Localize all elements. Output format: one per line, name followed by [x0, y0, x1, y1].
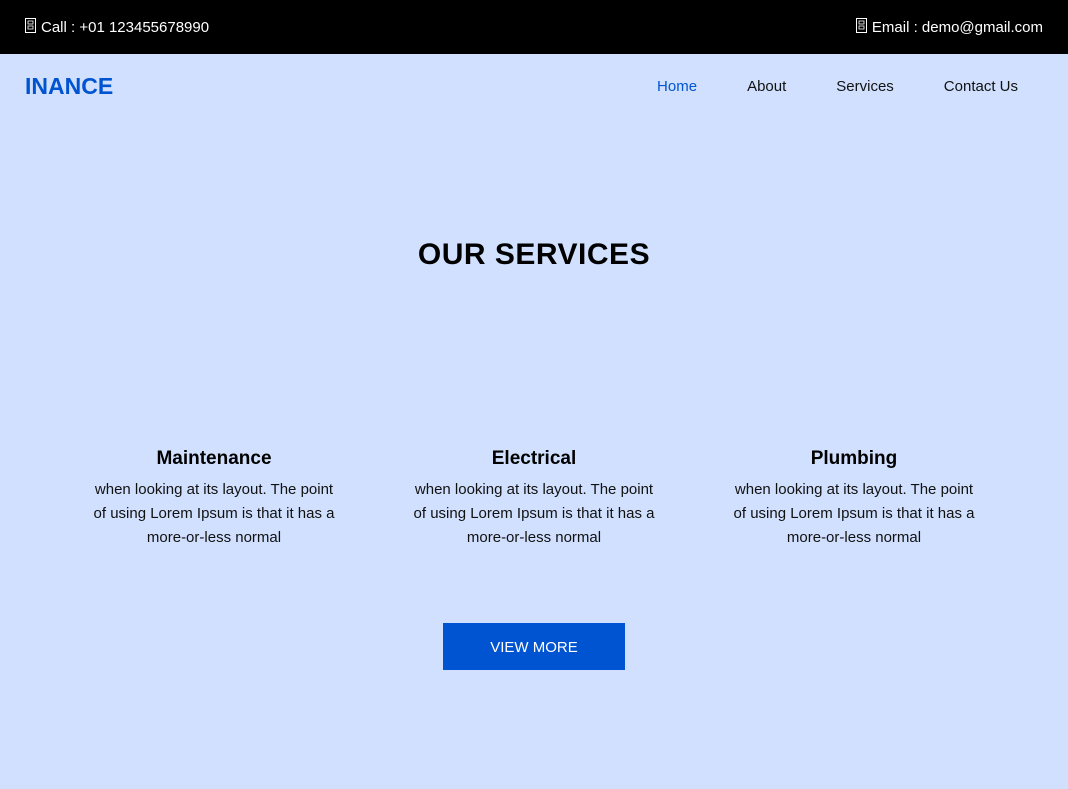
nav-contact[interactable]: Contact Us — [944, 78, 1018, 95]
email-text: Email : demo@gmail.com — [871, 18, 1043, 36]
nav-home[interactable]: Home — [657, 78, 697, 95]
email-link[interactable]: Email : demo@gmail.com — [855, 18, 1043, 36]
main-nav: Home About Services Contact Us — [607, 78, 1043, 95]
service-name: Electrical — [491, 448, 577, 469]
service-name: Plumbing — [810, 448, 898, 469]
site-header: INANCE Home About Services Contact Us — [0, 54, 1068, 120]
service-card-electrical: Electrical when looking at its layout. T… — [374, 448, 694, 550]
call-text: Call : +01 123455678990 — [41, 18, 210, 36]
service-description: when looking at its layout. The point of… — [413, 481, 655, 546]
call-link[interactable]: Call : +01 123455678990 — [25, 18, 210, 36]
section-title: OUR SERVICES — [417, 238, 651, 271]
view-more-button[interactable]: VIEW MORE — [443, 623, 625, 670]
service-card-maintenance: Maintenance when looking at its layout. … — [54, 448, 374, 550]
services-list: Maintenance when looking at its layout. … — [54, 448, 1014, 550]
nav-about[interactable]: About — [747, 78, 786, 95]
service-description: when looking at its layout. The point of… — [93, 481, 335, 546]
top-contact-bar: Call : +01 123455678990 Email : demo@gma… — [0, 0, 1068, 54]
service-card-plumbing: Plumbing when looking at its layout. The… — [694, 448, 1014, 550]
phone-icon — [25, 18, 36, 33]
nav-services[interactable]: Services — [836, 78, 894, 95]
service-description: when looking at its layout. The point of… — [733, 481, 975, 546]
envelope-icon — [855, 18, 867, 33]
brand-logo[interactable]: INANCE — [25, 73, 113, 100]
service-name: Maintenance — [156, 448, 272, 469]
